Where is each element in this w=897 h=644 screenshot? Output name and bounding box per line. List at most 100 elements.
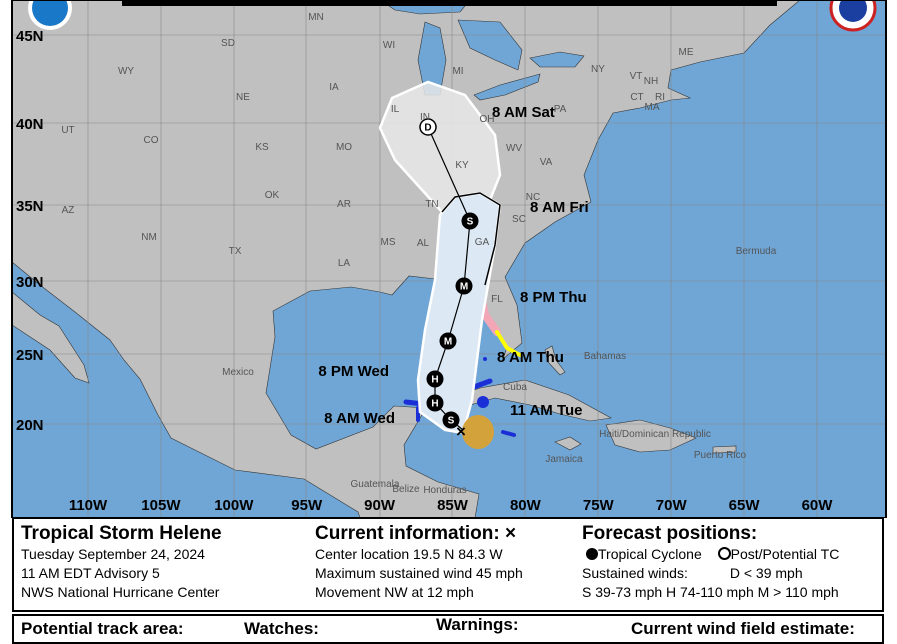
forecast-point-letter: D xyxy=(424,123,431,134)
region-label: IL xyxy=(391,104,400,115)
lat-label: 20N xyxy=(16,417,44,434)
region-label: OK xyxy=(265,190,280,201)
forecast-point-letter: S xyxy=(467,217,474,228)
region-label: Puerto Rico xyxy=(694,450,747,461)
tc-label: Tropical Cyclone xyxy=(598,546,702,562)
wind-field-label: Current wind field estimate: xyxy=(631,619,855,638)
advisory-date: Tuesday September 24, 2024 xyxy=(21,546,205,562)
warnings-label: Warnings: xyxy=(436,615,519,634)
region-label: MI xyxy=(452,66,463,77)
region-label: Mexico xyxy=(222,367,254,378)
region-label: Cuba xyxy=(503,382,527,393)
region-label: TN xyxy=(425,199,438,210)
region-label: VA xyxy=(540,157,553,168)
region-label: OH xyxy=(480,114,495,125)
forecast-point-letter: H xyxy=(431,375,438,386)
post-tc-label: Post/Potential TC xyxy=(730,546,840,562)
forecast-point-letter: S xyxy=(448,416,455,427)
region-label: MS xyxy=(381,237,396,248)
storm-info-panel: Tropical Storm Helene Tuesday September … xyxy=(12,517,884,612)
lon-label: 70W xyxy=(656,497,688,514)
region-label: AL xyxy=(417,238,430,249)
region-label: LA xyxy=(338,258,351,269)
d-definition: D < 39 mph xyxy=(729,565,803,581)
region-label: PA xyxy=(554,104,567,115)
advisory-number: 11 AM EDT Advisory 5 xyxy=(21,565,160,581)
shm-definition: S 39-73 mph H 74-110 mph M > 110 mph xyxy=(582,584,839,600)
region-label: WI xyxy=(383,40,395,51)
region-label: WV xyxy=(506,143,522,154)
region-label: MO xyxy=(336,142,352,153)
lat-label: 25N xyxy=(16,347,44,364)
region-label: MA xyxy=(645,102,660,113)
region-label: NC xyxy=(526,192,540,203)
watches-label: Watches: xyxy=(244,619,319,638)
nws-logo xyxy=(829,0,877,32)
region-label: NE xyxy=(236,92,250,103)
region-label: Honduras xyxy=(423,485,466,496)
region-label: WY xyxy=(118,66,134,77)
region-label: GA xyxy=(475,237,490,248)
forecast-point-letter: M xyxy=(444,337,452,348)
track-area-label: Potential track area: xyxy=(21,619,184,638)
region-label: UT xyxy=(61,125,74,136)
forecast-point-letter: M xyxy=(460,282,468,293)
region-label: AR xyxy=(337,199,351,210)
lat-label: 40N xyxy=(16,116,44,133)
lon-label: 80W xyxy=(510,497,542,514)
region-label: KY xyxy=(455,160,469,171)
region-label: NY xyxy=(591,64,605,75)
storm-name: Tropical Storm Helene xyxy=(21,523,222,544)
forecast-time-label: 8 AM Wed xyxy=(324,410,395,427)
region-label: NH xyxy=(644,76,658,87)
center-location: Center location 19.5 N 84.3 W xyxy=(315,546,503,562)
wind-field-estimate xyxy=(462,415,494,449)
lat-label: 30N xyxy=(16,274,44,291)
lat-label: 35N xyxy=(16,198,44,215)
forecast-time-label: 8 PM Wed xyxy=(318,363,389,380)
region-label: CO xyxy=(144,135,159,146)
region-label: FL xyxy=(491,294,503,305)
region-label: SD xyxy=(221,38,235,49)
region-label: SC xyxy=(512,214,526,225)
region-label: AZ xyxy=(62,205,75,216)
lon-label: 95W xyxy=(291,497,323,514)
lon-label: 90W xyxy=(364,497,396,514)
region-label: NM xyxy=(141,232,157,243)
forecast-title: Forecast positions: xyxy=(582,523,758,544)
lon-label: 105W xyxy=(141,497,181,514)
legend-panel: Potential track area: Watches: Warnings:… xyxy=(12,614,884,644)
agency: NWS National Hurricane Center xyxy=(21,584,220,600)
forecast-cone-map: × SHHMMSD 11 AM Tue8 AM Wed8 PM Wed8 AM … xyxy=(11,0,887,518)
region-label: Bahamas xyxy=(584,351,626,362)
forecast-time-label: 11 AM Tue xyxy=(510,402,583,419)
lon-label: 100W xyxy=(214,497,254,514)
sustained-label: Sustained winds: xyxy=(582,565,688,581)
lon-label: 85W xyxy=(437,497,469,514)
open-circle-icon xyxy=(717,547,731,560)
forecast-time-label: 8 AM Sat xyxy=(492,104,555,121)
region-label: IN xyxy=(420,112,430,123)
region-label: Guatemala xyxy=(351,479,400,490)
lon-label: 60W xyxy=(802,497,834,514)
lat-label: 45N xyxy=(16,28,44,45)
region-label: KS xyxy=(255,142,269,153)
forecast-time-label: 8 PM Thu xyxy=(520,289,587,306)
region-label: CT xyxy=(630,92,643,103)
lon-label: 110W xyxy=(69,497,108,514)
region-label: Jamaica xyxy=(545,454,583,465)
forecast-point-letter: H xyxy=(431,399,438,410)
region-label: MN xyxy=(308,12,324,23)
region-label: VT xyxy=(630,71,643,82)
movement: Movement NW at 12 mph xyxy=(315,584,474,600)
region-label: ME xyxy=(679,47,694,58)
region-label: RI xyxy=(655,92,665,103)
region-label: IA xyxy=(329,82,339,93)
region-label: Haiti/Dominican Republic xyxy=(599,429,711,440)
region-label: TX xyxy=(229,246,242,257)
current-info-title: Current information: × xyxy=(315,523,517,544)
filled-circle-icon xyxy=(586,548,598,560)
lon-label: 65W xyxy=(729,497,761,514)
forecast-time-label: 8 AM Thu xyxy=(497,349,564,366)
lon-label: 75W xyxy=(583,497,615,514)
